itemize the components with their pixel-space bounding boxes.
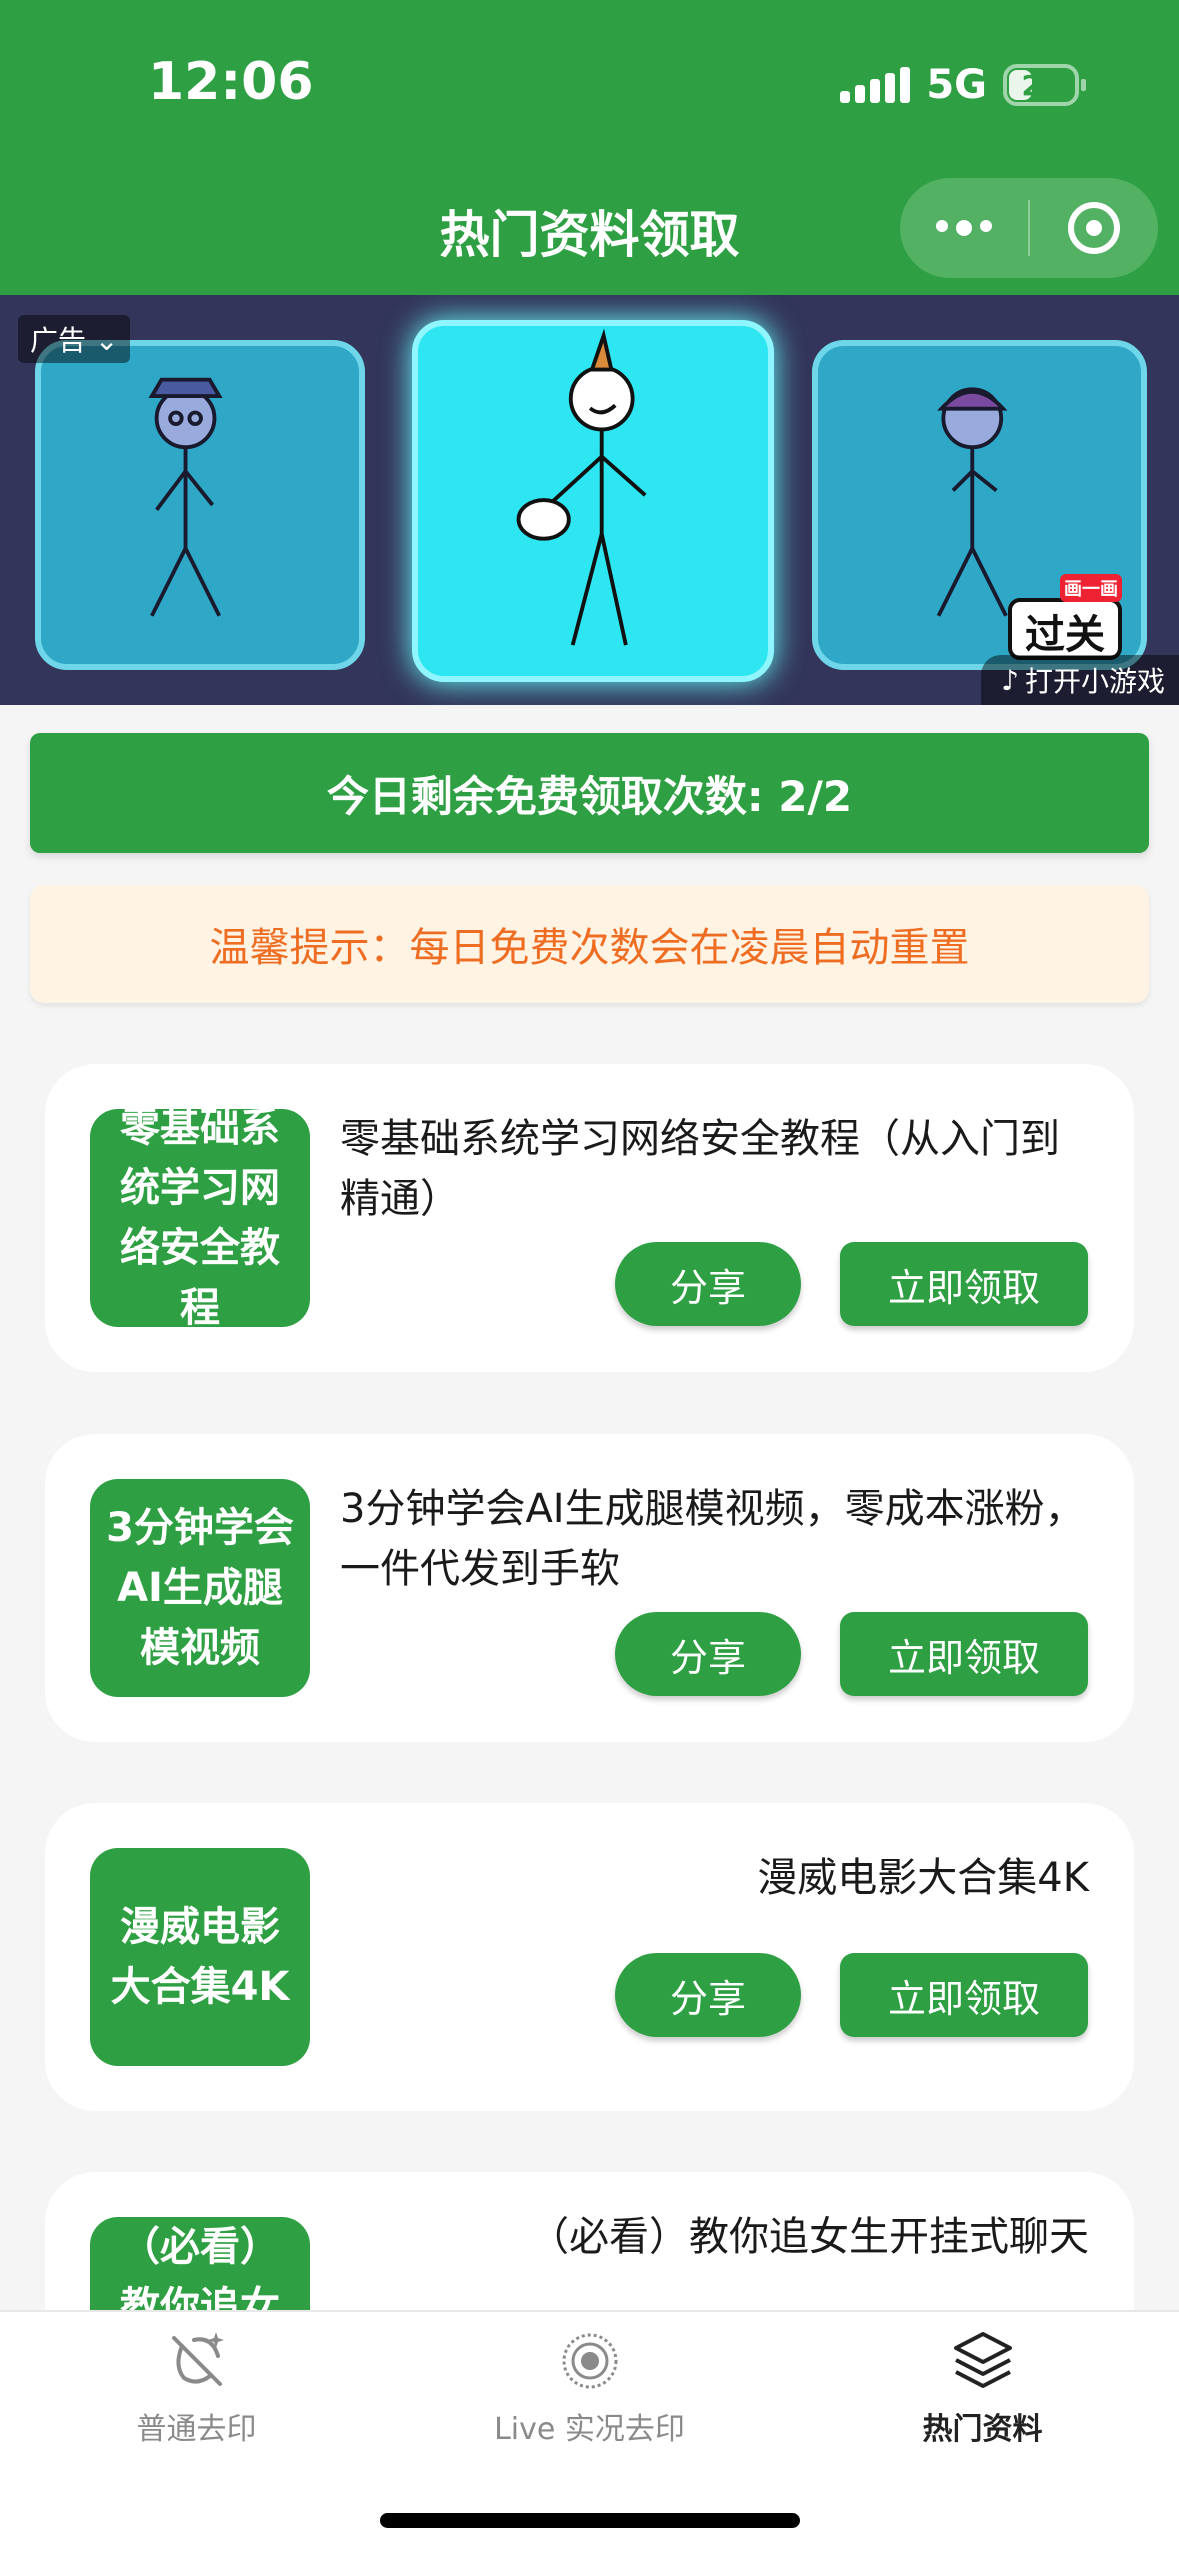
music-note-icon: ♪ xyxy=(1001,663,1019,697)
live-photo-icon xyxy=(562,2333,617,2389)
resource-card: 3分钟学会AI生成腿模视频 3分钟学会AI生成腿模视频，零成本涨粉，一件代发到手… xyxy=(45,1434,1134,1742)
open-game-label: 打开小游戏 xyxy=(1024,665,1165,698)
resource-card: 零基础系统学习网络安全教程 零基础系统学习网络安全教程（从入门到精通） 分享 立… xyxy=(45,1064,1134,1372)
tab-label: 普通去印 xyxy=(136,2412,257,2447)
more-icon[interactable] xyxy=(900,220,1028,236)
share-button[interactable]: 分享 xyxy=(615,1612,801,1696)
no-watermark-icon xyxy=(171,2332,224,2386)
claim-button[interactable]: 立即领取 xyxy=(840,1242,1088,1326)
layers-icon xyxy=(953,2332,1012,2388)
share-button[interactable]: 分享 xyxy=(615,1953,801,2037)
ad-panel-hero xyxy=(412,320,774,682)
resource-title: 零基础系统学习网络安全教程（从入门到精通） xyxy=(340,1116,1060,1222)
mini-program-capsule xyxy=(900,178,1158,278)
claim-button[interactable]: 立即领取 xyxy=(840,1953,1088,2037)
resource-card: 漫威电影大合集4K 漫威电影大合集4K 分享 立即领取 xyxy=(45,1803,1134,2111)
reset-tip: 温馨提示：每日免费次数会在凌晨自动重置 xyxy=(30,885,1149,1003)
tab-label: Live 实况去印 xyxy=(494,2412,685,2447)
page: 12:06 5G 25 热门资料领取 广告 ⌄ 过关 画一画 ♪ 打开小游戏 今… xyxy=(0,0,1179,2556)
open-mini-game-button[interactable]: ♪ 打开小游戏 xyxy=(981,655,1179,705)
share-button[interactable]: 分享 xyxy=(615,1242,801,1326)
game-logo: 过关 画一画 xyxy=(1008,574,1122,660)
resource-thumbnail: 零基础系统学习网络安全教程 xyxy=(90,1109,310,1327)
resource-thumbnail: 3分钟学会AI生成腿模视频 xyxy=(90,1479,310,1697)
ad-tag[interactable]: 广告 ⌄ xyxy=(18,315,131,363)
ad-banner[interactable]: 广告 ⌄ 过关 画一画 ♪ 打开小游戏 xyxy=(0,295,1179,705)
status-icons: 5G 25 xyxy=(840,62,1086,108)
claim-button[interactable]: 立即领取 xyxy=(840,1612,1088,1696)
resource-title: （必看）教你追女生开挂式聊天 xyxy=(529,2214,1089,2260)
close-program-button[interactable] xyxy=(1030,202,1158,254)
battery-icon: 25 xyxy=(1003,64,1086,106)
resource-thumbnail: 漫威电影大合集4K xyxy=(90,1848,310,2066)
svg-text:画一画: 画一画 xyxy=(1064,579,1118,600)
network-label: 5G xyxy=(926,62,987,108)
resource-title: 3分钟学会AI生成腿模视频，零成本涨粉，一件代发到手软 xyxy=(340,1486,1085,1592)
status-time: 12:06 xyxy=(148,52,314,112)
tab-label: 热门资料 xyxy=(922,2412,1043,2447)
remaining-count-banner: 今日剩余免费领取次数: 2/2 xyxy=(30,733,1149,853)
tab-normal-watermark[interactable]: 普通去印 xyxy=(0,2312,393,2462)
stickman-police-illustration xyxy=(148,377,223,617)
ad-panel-police xyxy=(35,340,365,670)
tab-hot-resources[interactable]: 热门资料 xyxy=(786,2312,1179,2462)
header: 12:06 5G 25 热门资料领取 xyxy=(0,0,1179,295)
tab-live-watermark[interactable]: Live 实况去印 xyxy=(393,2312,786,2462)
target-icon xyxy=(1068,202,1120,254)
signal-icon xyxy=(840,67,911,103)
stickman-hero-illustration xyxy=(516,328,647,646)
battery-level: 25 xyxy=(1021,68,1061,102)
home-indicator xyxy=(380,2513,800,2528)
svg-text:过关: 过关 xyxy=(1025,612,1105,658)
resource-title: 漫威电影大合集4K xyxy=(757,1855,1089,1901)
